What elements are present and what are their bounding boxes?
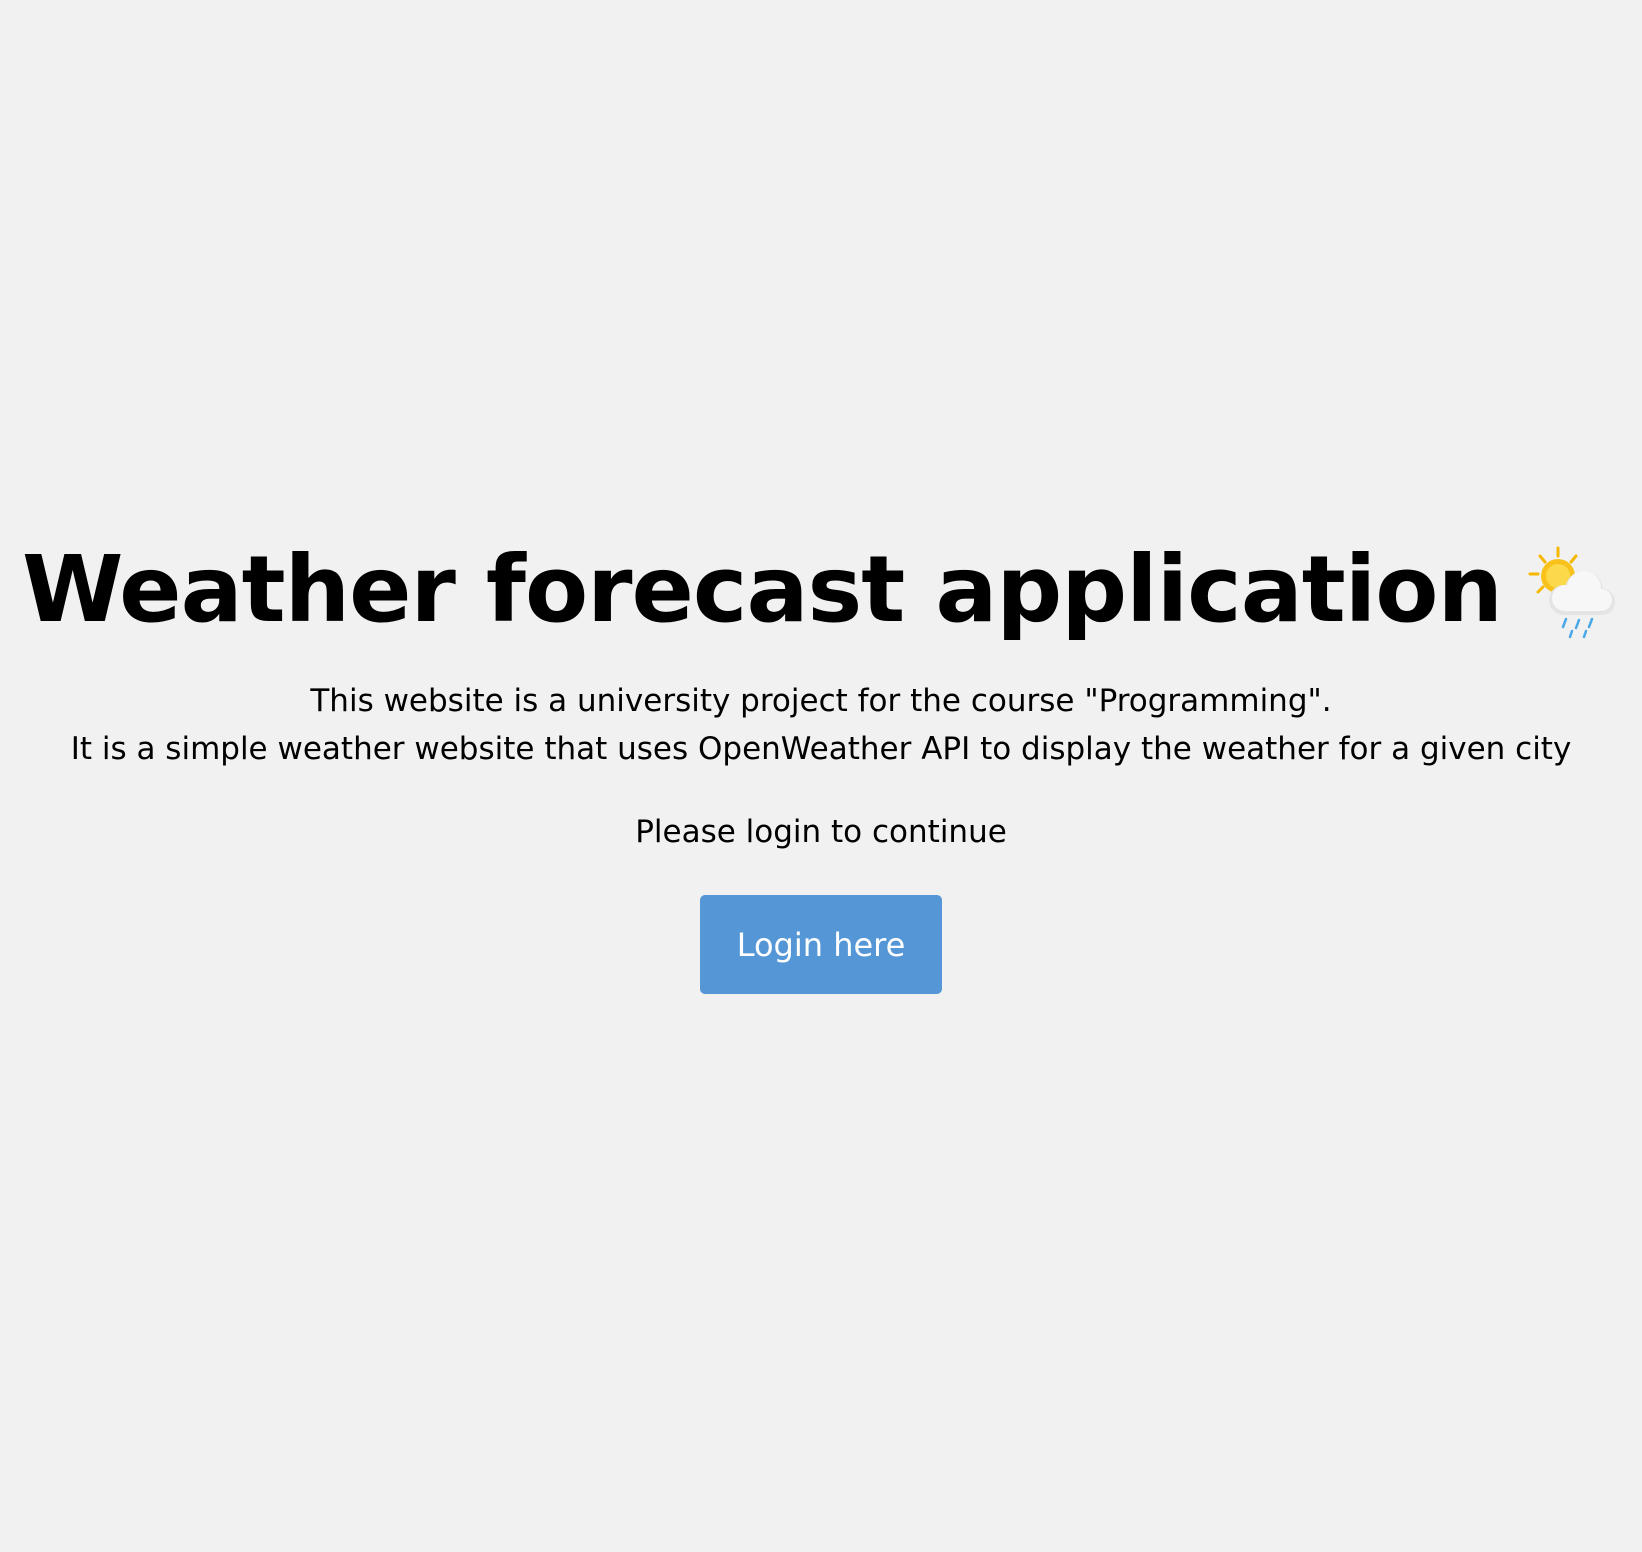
page-title: Weather forecast application [21, 536, 1503, 643]
title-row: Weather forecast application [22, 535, 1620, 645]
login-button[interactable]: Login here [700, 895, 942, 994]
login-prompt: Please login to continue [635, 814, 1007, 850]
hero-section: Weather forecast application This websit… [0, 535, 1642, 994]
sun-behind-rain-cloud-icon [1524, 542, 1620, 642]
page: Weather forecast application This websit… [0, 0, 1642, 1552]
description-line-1: This website is a university project for… [310, 683, 1332, 719]
description: This website is a university project for… [71, 677, 1572, 773]
description-line-2: It is a simple weather website that uses… [70, 731, 1572, 767]
